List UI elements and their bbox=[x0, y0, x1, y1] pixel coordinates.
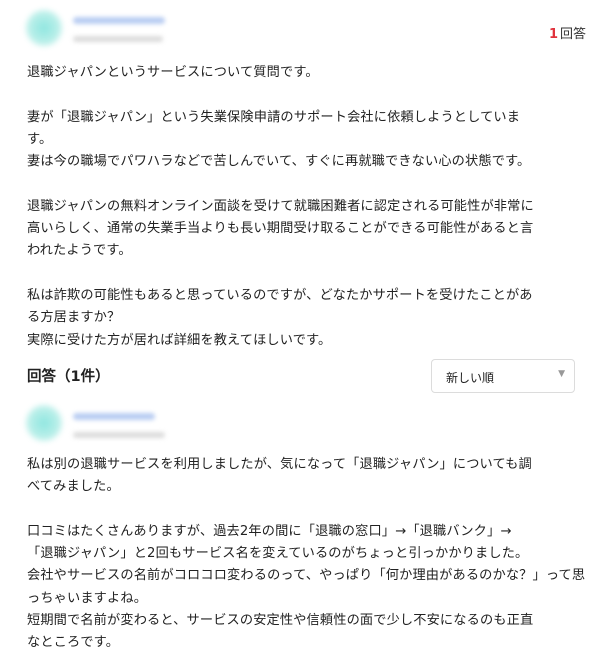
answers-heading: 回答（1件） bbox=[27, 369, 110, 385]
answer-count-number: 1 bbox=[548, 27, 558, 42]
questioner-avatar[interactable] bbox=[26, 10, 62, 46]
answerer-avatar[interactable] bbox=[26, 405, 62, 441]
question-date-blurred bbox=[73, 36, 163, 42]
sort-select-value: 新しい順 bbox=[446, 371, 495, 385]
questioner-name-blurred[interactable] bbox=[73, 17, 165, 24]
answer-count: 1 回答 bbox=[549, 23, 586, 42]
sort-select[interactable]: 新しい順 ▼ bbox=[431, 359, 575, 393]
answerer-name-blurred[interactable] bbox=[73, 413, 155, 420]
answer-body: 私は別の退職サービスを利用しましたが、気になって「退職ジャパン」についても調 べ… bbox=[27, 457, 586, 651]
answer-date-blurred bbox=[73, 432, 165, 438]
chevron-down-icon: ▼ bbox=[558, 369, 565, 379]
answer-count-label: 回答 bbox=[559, 27, 586, 42]
question-body: 退職ジャパンというサービスについて質問です。 妻が「退職ジャパン」という失業保険… bbox=[27, 65, 534, 348]
